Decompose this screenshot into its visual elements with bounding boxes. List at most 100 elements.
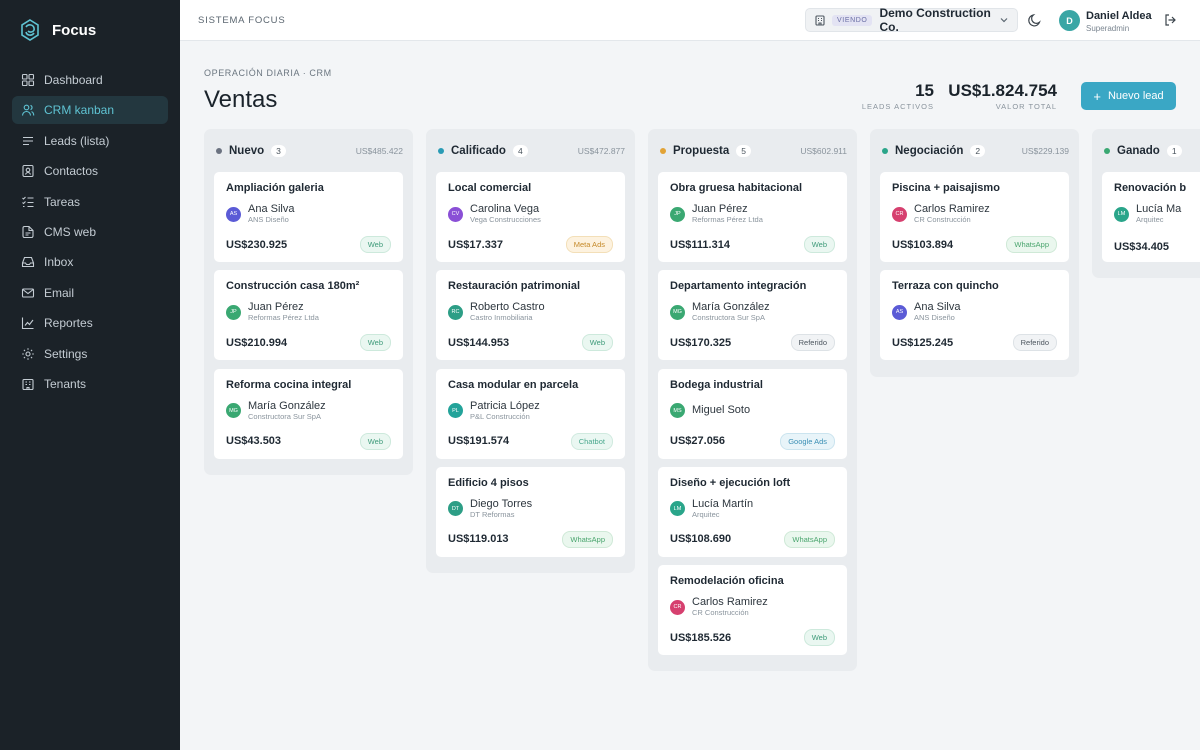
contact-avatar: CR bbox=[892, 206, 907, 222]
contact-info: Lucía Martín Arquitec bbox=[692, 498, 753, 519]
lead-card[interactable]: Reforma cocina integral MG María González C… bbox=[214, 368, 403, 459]
kanban-column: Nuevo 3 US$485.422 Ampliación galeria AS Ana … bbox=[204, 129, 413, 475]
sidebar-item-label: Dashboard bbox=[44, 73, 103, 87]
lead-amount: US$170.325 bbox=[670, 336, 732, 349]
sidebar-item-label: Settings bbox=[44, 346, 88, 361]
source-badge: Referido bbox=[1012, 334, 1057, 352]
new-lead-button[interactable]: + Nuevo lead bbox=[1081, 82, 1176, 110]
building-icon bbox=[21, 377, 35, 391]
logout-icon[interactable] bbox=[1163, 13, 1177, 27]
card-footer: US$43.503 Web bbox=[226, 432, 391, 450]
lead-card[interactable]: Obra gruesa habitacional JP Juan Pérez Refo… bbox=[658, 172, 847, 262]
contact-name: María González bbox=[692, 301, 770, 314]
contact-info: Miguel Soto bbox=[692, 405, 750, 416]
lead-card[interactable]: Local comercial CV Carolina Vega Vega Const… bbox=[436, 172, 625, 262]
contact-company: Castro Inmobiliaria bbox=[470, 313, 533, 323]
source-badge: Web bbox=[359, 432, 391, 450]
lead-title: Local comercial bbox=[448, 182, 532, 194]
lead-title: Restauración patrimonial bbox=[448, 280, 581, 293]
sidebar-item-inbox[interactable]: Inbox bbox=[12, 248, 168, 276]
plus-icon: + bbox=[1093, 88, 1101, 104]
contact-company: ANS Diseño bbox=[914, 313, 955, 323]
source-badge: Web bbox=[803, 236, 835, 253]
sidebar-item-crm-kanban[interactable]: CRM kanban bbox=[12, 96, 168, 125]
contact-name: Roberto Castro bbox=[470, 301, 545, 314]
stat-label: VALOR TOTAL bbox=[995, 102, 1057, 111]
lead-contact: JP Juan Pérez Reformas Pérez Ltda bbox=[670, 204, 835, 224]
lead-amount: US$27.056 bbox=[670, 435, 726, 448]
lead-card[interactable]: Bodega industrial MS Miguel Soto US$27.056 G… bbox=[658, 368, 847, 459]
contact-company: Vega Construcciones bbox=[470, 215, 541, 224]
contact-avatar: DT bbox=[448, 501, 463, 517]
source-badge: WhatsApp bbox=[784, 530, 835, 548]
lead-card[interactable]: Departamento integración MG María González… bbox=[658, 270, 847, 361]
contact-name: Lucía Ma bbox=[1136, 203, 1182, 215]
card-footer: US$170.325 Referido bbox=[670, 334, 835, 352]
card-footer: US$34.405 bbox=[1114, 241, 1200, 253]
lead-amount: US$191.574 bbox=[448, 435, 510, 448]
sidebar-item-contactos[interactable]: Contactos bbox=[12, 157, 168, 185]
lead-contact: MG María González Constructora Sur SpA bbox=[226, 400, 391, 421]
lead-amount: US$210.994 bbox=[226, 336, 288, 349]
sidebar-item-email[interactable]: Email bbox=[12, 279, 168, 307]
lead-card[interactable]: Terraza con quincho AS Ana Silva ANS Diseño… bbox=[880, 270, 1069, 361]
sidebar-item-dashboard[interactable]: Dashboard bbox=[12, 66, 168, 94]
card-footer: US$119.013 WhatsApp bbox=[448, 530, 613, 548]
sidebar-item-label: Tareas bbox=[44, 194, 81, 209]
contact-avatar: JP bbox=[670, 206, 685, 222]
sidebar-item-tareas[interactable]: Tareas bbox=[12, 188, 168, 216]
lead-card[interactable]: Remodelación oficina CR Carlos Ramirez CR C… bbox=[658, 565, 847, 656]
sidebar-item-settings[interactable]: Settings bbox=[12, 340, 168, 368]
sidebar-item-tenants[interactable]: Tenants bbox=[12, 370, 168, 398]
contact-company: CR Construcción bbox=[692, 608, 749, 618]
lead-card[interactable]: Casa modular en parcela PL Patricia López P… bbox=[436, 368, 625, 459]
stat-active-leads: 15 LEADS ACTIVOS bbox=[860, 81, 934, 111]
stat-total-value: US$1.824.754 VALOR TOTAL bbox=[945, 81, 1057, 111]
source-badge: Referido bbox=[790, 334, 835, 352]
brand[interactable]: Focus bbox=[0, 0, 180, 60]
kanban-column: Calificado 4 US$472.877 Local comercial CV Ca… bbox=[426, 129, 635, 574]
contact-name: Ana Silva bbox=[248, 203, 295, 215]
lead-card[interactable]: Edificio 4 pisos DT Diego Torres DT Reforma… bbox=[436, 466, 625, 557]
contact-company: P&L Construcción bbox=[470, 411, 530, 421]
sidebar-item-reportes[interactable]: Reportes bbox=[12, 309, 168, 337]
sidebar-item-label: CRM kanban bbox=[44, 103, 115, 118]
lead-card[interactable]: Restauración patrimonial RC Roberto Castro… bbox=[436, 270, 625, 361]
contact-avatar: CV bbox=[448, 206, 463, 222]
inbox-icon bbox=[21, 255, 35, 269]
sidebar-item-leads-lista[interactable]: Leads (lista) bbox=[12, 127, 168, 155]
column-header: Ganado 1 bbox=[1102, 129, 1200, 172]
lead-card[interactable]: Piscina + paisajismo CR Carlos Ramirez CR C… bbox=[880, 172, 1069, 262]
contact-name: Diego Torres bbox=[470, 497, 533, 510]
card-footer: US$191.574 Chatbot bbox=[448, 432, 613, 450]
lead-contact: AS Ana Silva ANS Diseño bbox=[226, 204, 391, 224]
sidebar-item-cms-web[interactable]: CMS web bbox=[12, 218, 168, 246]
contact-name: Carlos Ramirez bbox=[692, 596, 768, 609]
contact-avatar: AS bbox=[892, 304, 907, 320]
kanban-column: Ganado 1 Renovación b LM Lucía Ma Arquitec US$… bbox=[1092, 129, 1200, 279]
gear-icon bbox=[21, 347, 35, 361]
kanban-column: Negociación 2 US$229.139 Piscina + paisajis… bbox=[870, 129, 1079, 377]
lead-contact: CR Carlos Ramirez CR Construcción bbox=[892, 204, 1057, 224]
lead-card[interactable]: Renovación b LM Lucía Ma Arquitec US$34.405 bbox=[1102, 172, 1200, 262]
avatar[interactable]: D bbox=[1059, 10, 1080, 31]
card-footer: US$108.690 WhatsApp bbox=[670, 530, 835, 548]
moon-icon[interactable] bbox=[1027, 12, 1043, 28]
lead-card[interactable]: Diseño + ejecución loft LM Lucía Martín Arq… bbox=[658, 466, 847, 557]
contact-avatar: CR bbox=[670, 599, 685, 615]
contact-name: Miguel Soto bbox=[692, 404, 751, 417]
lead-title: Construcción casa 180m² bbox=[226, 280, 360, 293]
contact-info: Juan Pérez Reformas Pérez Ltda bbox=[692, 204, 763, 225]
lead-title: Ampliación galeria bbox=[226, 182, 324, 194]
list-icon bbox=[21, 134, 35, 148]
lead-amount: US$119.013 bbox=[448, 533, 509, 546]
lead-contact: PL Patricia López P&L Construcción bbox=[448, 400, 613, 421]
sidebar-item-label: Email bbox=[44, 285, 75, 300]
lead-card[interactable]: Construcción casa 180m² JP Juan Pérez Refor… bbox=[214, 270, 403, 361]
lead-card[interactable]: Ampliación galeria AS Ana Silva ANS Diseño U… bbox=[214, 172, 403, 262]
mail-icon bbox=[21, 286, 35, 300]
lead-amount: US$111.314 bbox=[670, 238, 730, 251]
users-icon bbox=[21, 103, 35, 117]
column-total: US$602.911 bbox=[800, 145, 847, 156]
tenant-switcher[interactable]: VIENDO Demo Construction Co. bbox=[805, 6, 1018, 34]
